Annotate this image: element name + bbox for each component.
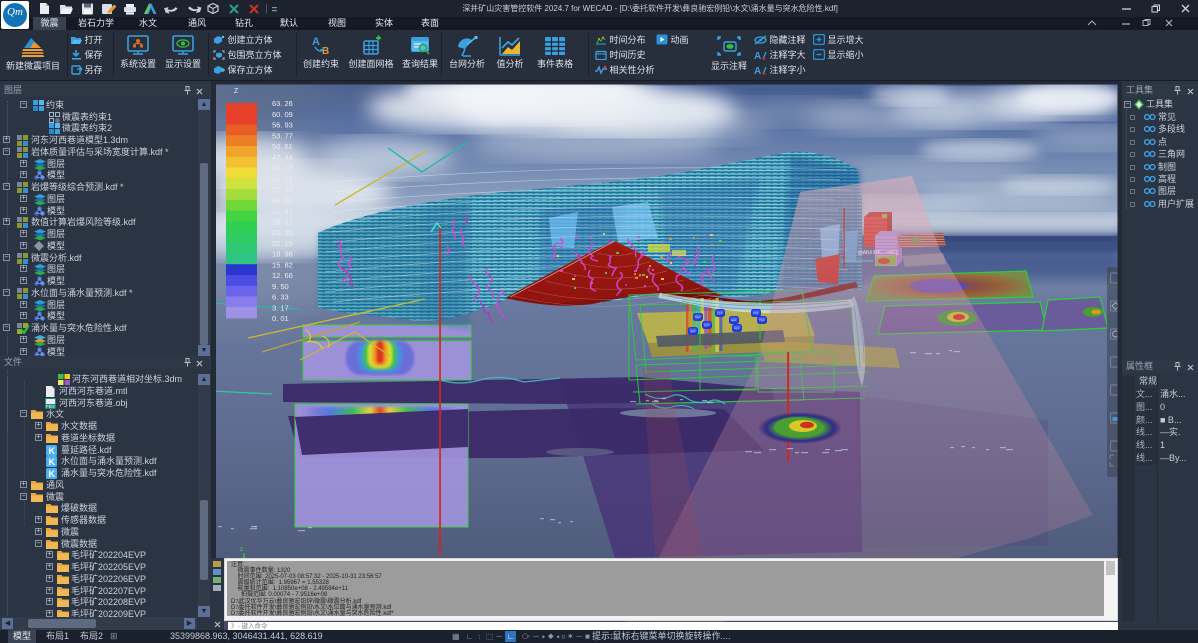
svg-text:68Α: 68Α	[695, 316, 700, 320]
svg-text:41Α: 41Α	[734, 327, 739, 331]
svg-text:60. 09: 60. 09	[272, 110, 293, 119]
svg-text:K: K	[49, 446, 56, 456]
svg-text:6. 33: 6. 33	[272, 293, 289, 302]
svg-text:61Α: 61Α	[717, 312, 722, 316]
svg-text:Z: Z	[234, 88, 239, 95]
svg-text:34. 80: 34. 80	[272, 196, 293, 205]
svg-text:3. 17: 3. 17	[272, 303, 289, 312]
svg-text:z: z	[240, 547, 243, 553]
svg-text:26Α: 26Α	[690, 330, 695, 334]
svg-text:53. 77: 53. 77	[272, 131, 293, 140]
svg-text:25. 31: 25. 31	[272, 228, 293, 237]
svg-text:73Α: 73Α	[759, 319, 764, 323]
svg-text:50. 61: 50. 61	[272, 142, 293, 151]
svg-text:B: B	[322, 46, 329, 57]
svg-text:37. 96: 37. 96	[272, 185, 293, 194]
svg-text:K: K	[49, 469, 56, 479]
svg-text:28. 47: 28. 47	[272, 217, 293, 226]
svg-text:A: A	[312, 36, 320, 48]
svg-text:12. 66: 12. 66	[272, 271, 293, 280]
svg-text:0. 01: 0. 01	[272, 314, 289, 323]
svg-text:44. 28: 44. 28	[272, 164, 293, 173]
svg-text:31. 63: 31. 63	[272, 207, 293, 216]
svg-text:63. 26: 63. 26	[272, 99, 293, 108]
svg-text:K: K	[49, 457, 56, 467]
svg-text:18. 98: 18. 98	[272, 250, 293, 259]
svg-text:A: A	[754, 51, 761, 60]
svg-text:15. 82: 15. 82	[272, 260, 293, 269]
svg-text:47. 44: 47. 44	[272, 153, 293, 162]
svg-text:A: A	[754, 66, 761, 75]
svg-text:44Α: 44Α	[731, 319, 736, 323]
svg-text:41. 12: 41. 12	[272, 174, 293, 183]
svg-text:62Α: 62Α	[704, 324, 709, 328]
svg-text:22. 15: 22. 15	[272, 239, 293, 248]
svg-text:56. 93: 56. 93	[272, 121, 293, 130]
svg-text:70Α: 70Α	[753, 312, 758, 316]
svg-text:9. 50: 9. 50	[272, 282, 289, 291]
